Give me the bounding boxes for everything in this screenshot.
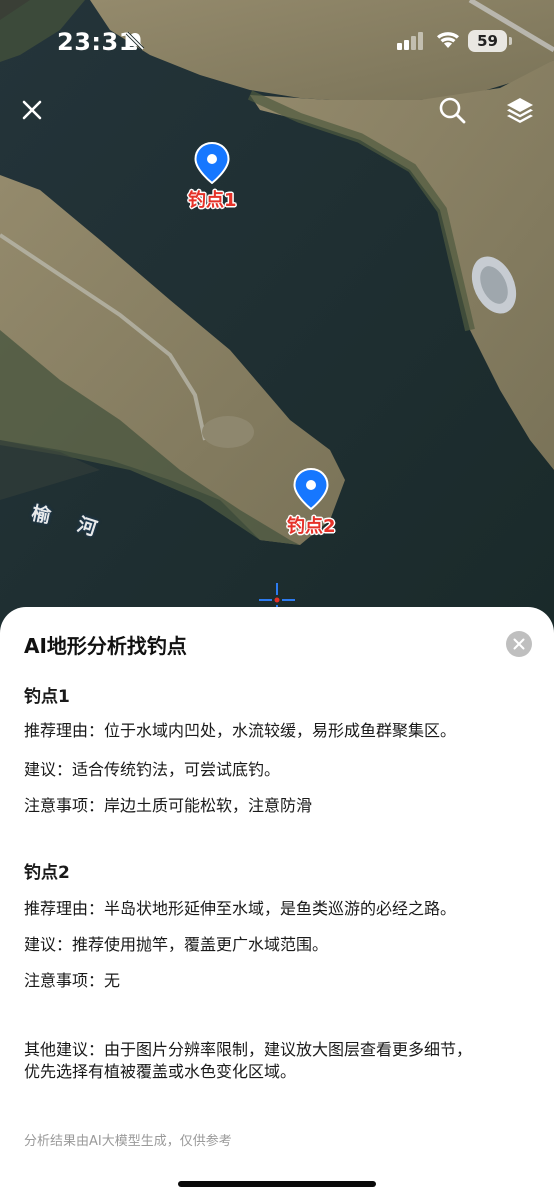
river-name-char: 榆 (29, 502, 53, 528)
cellular-signal-icon (397, 32, 423, 50)
spot-1-note: 注意事项：岸边土质可能松软，注意防滑 (24, 796, 313, 815)
marker-label: 钓点2 (287, 516, 336, 537)
bell-muted-icon (125, 31, 145, 51)
map-layers-button[interactable] (500, 90, 540, 130)
battery-indicator: 59 (468, 30, 507, 52)
layers-icon (507, 98, 533, 123)
river-name-char: 河 (74, 513, 100, 541)
home-indicator[interactable] (178, 1181, 376, 1187)
spot-1-advice: 建议：适合传统钓法，可尝试底钓。 (24, 760, 281, 779)
fishing-spot-marker-2[interactable]: 钓点2 (287, 468, 336, 538)
spot-2-note: 注意事项：无 (24, 971, 121, 990)
location-pin-icon (194, 142, 230, 184)
sheet-close-button[interactable] (506, 631, 532, 657)
close-button[interactable] (12, 90, 52, 130)
marker-label: 钓点1 (188, 190, 237, 211)
sheet-title: AI地形分析找钓点 (24, 634, 187, 658)
spot-1-reason: 推荐理由：位于水域内凹处，水流较缓，易形成鱼群聚集区。 (24, 721, 457, 740)
ai-disclaimer: 分析结果由AI大模型生成，仅供参考 (24, 1134, 232, 1149)
fishing-spot-marker-1[interactable]: 钓点1 (188, 142, 237, 212)
status-bar: 23:31 59 (0, 0, 554, 84)
other-advice-line-1: 其他建议：由于图片分辨率限制，建议放大图层查看更多细节， (24, 1040, 473, 1059)
location-pin-icon (293, 468, 329, 510)
close-icon (22, 100, 42, 120)
search-button[interactable] (432, 90, 472, 130)
spot-2-advice: 建议：推荐使用抛竿，覆盖更广水域范围。 (24, 935, 329, 954)
other-advice-line-2: 优先选择有植被覆盖或水色变化区域。 (24, 1062, 297, 1081)
spot-1-heading: 钓点1 (24, 687, 70, 707)
search-icon (439, 97, 466, 124)
wifi-icon (437, 32, 459, 48)
close-icon (513, 638, 525, 650)
river-name-label: 榆 河 (0, 478, 112, 540)
spot-2-heading: 钓点2 (24, 863, 70, 883)
battery-tip (509, 37, 512, 45)
spot-2-reason: 推荐理由：半岛状地形延伸至水域，是鱼类巡游的必经之路。 (24, 899, 457, 918)
